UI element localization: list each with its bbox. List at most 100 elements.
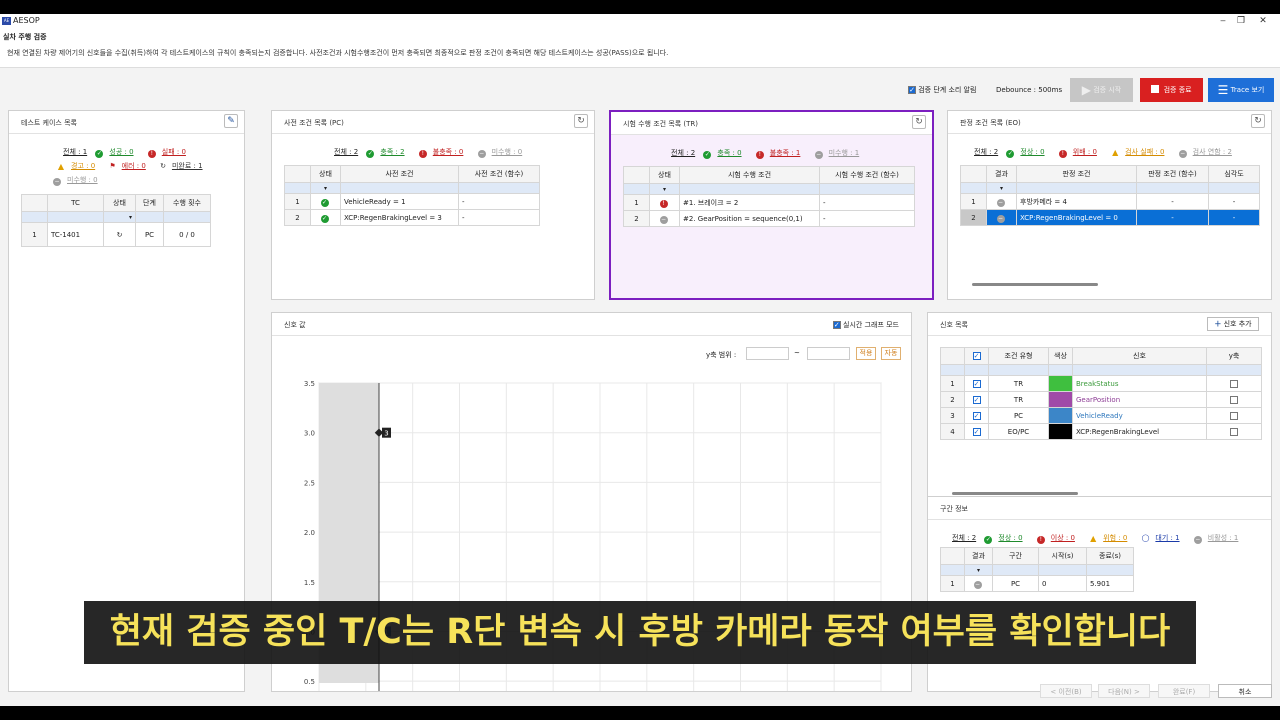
- eo-summary: 전체 : 2 ✓ 정상 : 0 ! 위배 : 0 ▲ 검사 실패 : 0 − 검사 연함…: [974, 148, 1232, 158]
- table-row[interactable]: 4 ✓ EO/PC XCP:RegenBrakingLevel: [940, 423, 1262, 440]
- tr-summary: 전체 : 2 ✓ 충족 : 0 ! 불충족 : 1 − 미수행 : 1: [671, 149, 860, 159]
- pc-summary: 전체 : 2 ✓ 충족 : 2 ! 불충족 : 0 − 미수행 : 0: [334, 148, 523, 158]
- color-swatch[interactable]: [1049, 408, 1072, 423]
- pending-icon: −: [996, 198, 1005, 207]
- realtime-checkbox[interactable]: ✓: [832, 321, 841, 329]
- tr-table: 상태 시험 수행 조건 시험 수행 조건 (함수) ▾ 1 ! #1. 브레이크…: [623, 166, 915, 227]
- apply-button[interactable]: 적용: [856, 347, 876, 360]
- sound-toggle[interactable]: ✓ 검증 단계 소리 알림: [908, 85, 976, 95]
- sound-checkbox[interactable]: ✓: [908, 86, 916, 94]
- debounce-value: Debounce : 500ms: [996, 86, 1063, 94]
- yaxis-checkbox[interactable]: [1230, 427, 1238, 436]
- maximize-icon[interactable]: ❐: [1234, 15, 1248, 27]
- table-row-selected[interactable]: 2 − XCP:RegenBrakingLevel = 0 - -: [960, 209, 1260, 226]
- success-icon: ✓: [95, 150, 104, 158]
- testcase-summary-row3: − 미수행 : 0: [53, 176, 98, 186]
- refresh-icon[interactable]: ↻: [574, 114, 588, 128]
- waiting-icon: ◯: [1141, 534, 1150, 542]
- color-swatch[interactable]: [1049, 376, 1072, 391]
- warning-icon: ▲: [57, 162, 65, 171]
- refresh-icon[interactable]: ↻: [912, 115, 926, 129]
- table-row[interactable]: 1 − 후방카메라 = 4 - -: [960, 193, 1260, 210]
- plus-icon: ＋: [1214, 320, 1222, 328]
- signal-visible-checkbox[interactable]: ✓: [972, 411, 981, 420]
- horizontal-scrollbar[interactable]: [952, 492, 1078, 495]
- col-status[interactable]: 상태: [103, 194, 136, 212]
- edit-pencil-icon[interactable]: ✎: [224, 114, 238, 128]
- chart-ytick-label: 3.0: [304, 430, 315, 438]
- table-row[interactable]: 1 ✓ VehicleReady = 1 -: [284, 193, 540, 210]
- filter-dropdown-icon[interactable]: ▾: [986, 182, 1017, 194]
- filter-dropdown-icon[interactable]: ▾: [103, 211, 136, 223]
- interval-summary: 전체 : 2 ✓ 정상 : 0 ! 이상 : 0 ▲ 위험 : 0 ◯ 대기 : 1 −…: [952, 534, 1239, 544]
- table-row[interactable]: 1 TC-1401 ↻ PC 0 / 0: [21, 222, 211, 247]
- signal-list-panel: 신호 목록 ＋ 신호 추가 ✓ 조건 유형 색상 신호 y축 1 ✓ TR Br…: [927, 312, 1272, 504]
- testcase-table: TC 상태 단계 수행 횟수 ▾ 1 TC-1401 ↻ PC 0 / 0: [21, 194, 211, 247]
- normal-icon: ✓: [984, 536, 993, 544]
- table-row[interactable]: 1 ✓ TR BreakStatus: [940, 375, 1262, 392]
- filter-dropdown-icon[interactable]: ▾: [649, 183, 680, 195]
- start-verify-button[interactable]: ▶ 검증 시작: [1070, 78, 1133, 102]
- ymax-input[interactable]: [807, 347, 850, 360]
- refresh-icon[interactable]: ↻: [1251, 114, 1265, 128]
- page-title: 실차 주행 검증: [3, 33, 47, 41]
- stop-icon: [1151, 85, 1160, 93]
- trace-view-button[interactable]: ☰ Trace 보기: [1208, 78, 1274, 102]
- horizontal-scrollbar[interactable]: [972, 283, 1098, 286]
- col-tc[interactable]: TC: [47, 194, 104, 212]
- yaxis-checkbox[interactable]: [1230, 379, 1238, 388]
- chart-ytick-label: 2.5: [304, 479, 315, 487]
- testcase-panel-title: 테스트 케이스 목록: [21, 119, 77, 127]
- chart-data-label: 3: [384, 430, 388, 438]
- notrun-icon: −: [659, 215, 668, 224]
- window-titlebar: AE AESOP ‒ ❐ ✕: [0, 14, 1280, 28]
- table-row[interactable]: 2 ✓ TR GearPosition: [940, 391, 1262, 408]
- table-row[interactable]: 2 − #2. GearPosition = sequence(0,1) -: [623, 210, 915, 227]
- signal-visible-checkbox[interactable]: ✓: [972, 395, 981, 404]
- signal-chart-title: 신호 값: [284, 321, 306, 329]
- table-row[interactable]: 1 − PC 0 5.901: [940, 575, 1134, 592]
- col-stage[interactable]: 단계: [135, 194, 164, 212]
- col-count[interactable]: 수행 횟수: [163, 194, 211, 212]
- yaxis-checkbox[interactable]: [1230, 395, 1238, 404]
- met-icon: ✓: [320, 214, 329, 223]
- interval-table: 결과 구간 시작(s) 종료(s) ▾ 1 − PC 0 5.901: [940, 547, 1134, 592]
- menu-icon: ☰: [1217, 83, 1229, 97]
- realtime-toggle[interactable]: ✓ 실시간 그래프 모드: [832, 320, 899, 330]
- signal-visible-checkbox[interactable]: ✓: [972, 379, 981, 388]
- fail-icon: !: [147, 150, 156, 158]
- finish-button[interactable]: 완료(F): [1158, 684, 1210, 698]
- page-header: 실차 주행 검증 현재 연결된 차량 제어기의 신호들을 수집(취득)하여 각 …: [0, 28, 1280, 68]
- add-signal-button[interactable]: ＋ 신호 추가: [1207, 317, 1259, 331]
- notrun-icon: −: [814, 151, 823, 159]
- normal-icon: ✓: [1006, 150, 1015, 158]
- signal-visible-checkbox[interactable]: ✓: [972, 427, 981, 436]
- unmet-icon: !: [659, 199, 668, 208]
- app-logo-icon: AE: [2, 17, 11, 25]
- table-row[interactable]: 2 ✓ XCP:RegenBrakingLevel = 3 -: [284, 209, 540, 226]
- color-swatch[interactable]: [1049, 424, 1072, 439]
- close-icon[interactable]: ✕: [1256, 15, 1270, 27]
- color-swatch[interactable]: [1049, 392, 1072, 407]
- notrun-icon: −: [477, 150, 486, 158]
- next-button[interactable]: 다음(N) >: [1098, 684, 1150, 698]
- auto-button[interactable]: 자동: [881, 347, 901, 360]
- incomplete-icon: ↻: [116, 230, 123, 239]
- stop-verify-button[interactable]: 검증 종료: [1140, 78, 1203, 102]
- minimize-icon[interactable]: ‒: [1216, 15, 1230, 27]
- prev-button[interactable]: < 이전(B): [1040, 684, 1092, 698]
- signal-list-title: 신호 목록: [940, 321, 968, 329]
- select-all-checkbox[interactable]: ✓: [972, 352, 981, 360]
- filter-dropdown-icon[interactable]: ▾: [964, 564, 993, 576]
- table-row[interactable]: 3 ✓ PC VehicleReady: [940, 407, 1262, 424]
- tc-total[interactable]: 전체 : 1: [63, 148, 87, 156]
- cancel-button[interactable]: 취소: [1218, 684, 1272, 698]
- testcase-summary-row2: ▲ 경고 : 0 ⚑ 에러 : 0 ↻ 미완료 : 1: [57, 162, 203, 171]
- filter-dropdown-icon[interactable]: ▾: [310, 182, 341, 194]
- inactive-icon: −: [1193, 536, 1202, 544]
- table-row[interactable]: 1 ! #1. 브레이크 = 2 -: [623, 194, 915, 211]
- pending-icon: −: [1178, 150, 1187, 158]
- yaxis-checkbox[interactable]: [1230, 411, 1238, 420]
- ymin-input[interactable]: [746, 347, 789, 360]
- chart-ytick-label: 0.5: [304, 678, 315, 686]
